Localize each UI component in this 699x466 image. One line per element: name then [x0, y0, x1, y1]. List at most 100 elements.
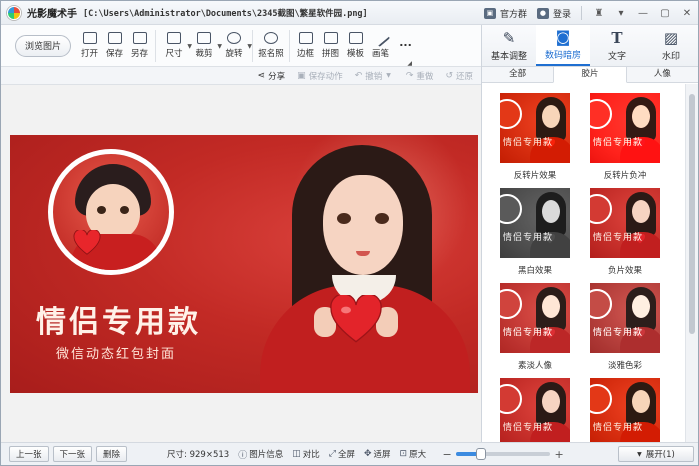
effect-item[interactable]: 情侣专用款 反转片负冲: [590, 93, 660, 181]
thumb-face: [632, 105, 650, 128]
browse-images-button[interactable]: 浏览图片: [15, 34, 71, 57]
thumb-face: [542, 200, 560, 223]
official-group-link[interactable]: ▣ 官方群: [483, 7, 527, 20]
photo-title-text: 情侣专用款: [36, 305, 201, 340]
zoom-out-icon[interactable]: −: [442, 448, 452, 461]
thumb-avatar-ring: [500, 289, 522, 319]
redo-button[interactable]: ↷ 重做: [406, 70, 434, 82]
effect-thumbnail[interactable]: 情侣专用款: [590, 188, 660, 258]
thumb-caption: 情侣专用款: [503, 138, 554, 148]
subtab-film[interactable]: 胶片: [553, 67, 627, 83]
zoom-slider[interactable]: [456, 448, 551, 460]
zoom-in-icon[interactable]: +: [554, 448, 564, 461]
zoom-control: − +: [442, 448, 564, 461]
delete-image-button[interactable]: 删除: [96, 446, 128, 462]
info-icon: ⓘ: [238, 450, 248, 461]
maximize-button[interactable]: ▢: [654, 3, 676, 23]
effect-label: 反转片负冲: [603, 171, 647, 181]
official-group-label: 官方群: [499, 9, 527, 20]
rotate-button[interactable]: 旋转 ▼: [219, 32, 252, 59]
resize-button[interactable]: 尺寸 ▼: [159, 32, 192, 59]
effect-thumbnail[interactable]: 情侣专用款: [590, 378, 660, 442]
close-button[interactable]: ✕: [676, 3, 698, 23]
share-label: 分享: [268, 71, 286, 82]
template-icon: [348, 32, 363, 44]
share-button[interactable]: ⋖ 分享: [258, 70, 286, 82]
border-button[interactable]: 边框: [293, 32, 318, 59]
effect-thumbnail[interactable]: 情侣专用款: [590, 93, 660, 163]
effect-thumbnail[interactable]: 情侣专用款: [590, 283, 660, 353]
image-canvas[interactable]: 情侣专用款 微信动态红包封面: [1, 85, 481, 442]
crop-button[interactable]: 裁剪 ▼: [189, 32, 222, 59]
effect-item[interactable]: 情侣专用款 淡雅色彩: [590, 283, 660, 371]
template-button[interactable]: 模板: [343, 32, 368, 59]
effect-thumbnail[interactable]: 情侣专用款: [500, 188, 570, 258]
brush-button[interactable]: 画笔: [368, 28, 393, 59]
id-photo-button[interactable]: 抠名照: [256, 32, 286, 59]
image-info-label: 图片信息: [249, 450, 284, 460]
subtab-portrait[interactable]: 人像: [627, 67, 698, 82]
effect-thumbnail[interactable]: 情侣专用款: [500, 378, 570, 442]
id-photo-icon: [264, 32, 278, 44]
photo-subtitle-text: 微信动态红包封面: [56, 347, 177, 362]
prev-image-button[interactable]: 上一张: [9, 446, 49, 462]
compare-button[interactable]: ◫ 对比: [292, 448, 320, 460]
expand-caret-icon: ▼: [637, 450, 642, 458]
menu-button[interactable]: ▾: [610, 3, 632, 23]
effect-item[interactable]: 情侣专用款 反转片效果: [500, 93, 570, 181]
photo-preview[interactable]: 情侣专用款 微信动态红包封面: [10, 135, 478, 393]
skin-button[interactable]: ♜: [588, 3, 610, 23]
fit-screen-button[interactable]: ✥ 适屏: [364, 448, 391, 460]
thumb-caption: 情侣专用款: [593, 138, 644, 148]
thumb-caption: 情侣专用款: [503, 233, 554, 243]
tab-digital-darkroom[interactable]: ◙ 数码暗房: [536, 25, 590, 66]
open-button[interactable]: 打开: [77, 32, 102, 59]
expand-button[interactable]: ▼ 展开(1): [618, 446, 694, 462]
minimize-button[interactable]: —: [632, 3, 654, 23]
fullscreen-button[interactable]: ⤢ 全屏: [329, 448, 355, 460]
group-icon: ▣: [483, 7, 496, 19]
effect-label: 黑白效果: [517, 266, 552, 276]
save-as-button[interactable]: 另存: [127, 32, 152, 59]
tab-basic-adjust[interactable]: ✎ 基本调整: [482, 25, 536, 66]
restore-button[interactable]: ↺ 还原: [445, 70, 473, 82]
tab-digital-darkroom-label: 数码暗房: [544, 50, 581, 61]
effect-item[interactable]: 情侣专用款: [590, 378, 660, 442]
effect-item[interactable]: 情侣专用款 黑白效果: [500, 188, 570, 276]
tab-text[interactable]: T 文字: [590, 25, 644, 66]
open-label: 打开: [80, 49, 98, 59]
more-button[interactable]: ... ◢: [393, 36, 418, 67]
boy-avatar-circle: [48, 149, 174, 275]
effects-scrollbar[interactable]: [685, 84, 698, 442]
undo-dropdown-icon[interactable]: ▼: [386, 72, 391, 79]
login-link[interactable]: ● 登录: [536, 7, 571, 20]
effect-item[interactable]: 情侣专用款 负片效果: [590, 188, 660, 276]
image-info-button[interactable]: ⓘ 图片信息: [238, 448, 283, 461]
rotate-dropdown-icon[interactable]: ▼: [247, 43, 252, 50]
undo-button[interactable]: ↶ 撤销 ▼: [355, 70, 394, 82]
save-action-button[interactable]: ▣ 保存动作: [297, 70, 343, 82]
thumb-avatar-ring: [590, 99, 612, 129]
app-window: 光影魔术手 [C:\Users\Administrator\Documents\…: [0, 0, 699, 466]
effect-thumbnail[interactable]: 情侣专用款: [500, 93, 570, 163]
camera-icon: ◙: [555, 27, 571, 46]
subtab-all[interactable]: 全部: [482, 67, 553, 82]
status-bar: 上一张 下一张 删除 尺寸: 929×513 ⓘ 图片信息 ◫ 对比 ⤢ 全屏 …: [1, 442, 698, 465]
save-label: 保存: [105, 49, 123, 59]
girl-eye: [337, 213, 351, 224]
thumb-avatar-ring: [590, 289, 612, 319]
effect-thumbnail[interactable]: 情侣专用款: [500, 283, 570, 353]
save-action-label: 保存动作: [308, 71, 343, 82]
effect-item[interactable]: 情侣专用款 素淡人像: [500, 283, 570, 371]
next-image-button[interactable]: 下一张: [52, 446, 93, 462]
share-icon: ⋖: [257, 70, 266, 81]
original-size-button[interactable]: ⊡ 原大: [400, 448, 427, 460]
zoom-slider-thumb[interactable]: [475, 448, 486, 460]
thumb-caption: 情侣专用款: [503, 328, 554, 338]
effect-item[interactable]: 情侣专用款: [500, 378, 570, 442]
tab-watermark[interactable]: ▨ 水印: [644, 25, 698, 66]
scrollbar-thumb[interactable]: [689, 94, 695, 334]
save-button[interactable]: 保存: [102, 32, 127, 59]
collage-button[interactable]: 拼图: [318, 32, 343, 59]
menu-icon: ▾: [618, 7, 624, 19]
